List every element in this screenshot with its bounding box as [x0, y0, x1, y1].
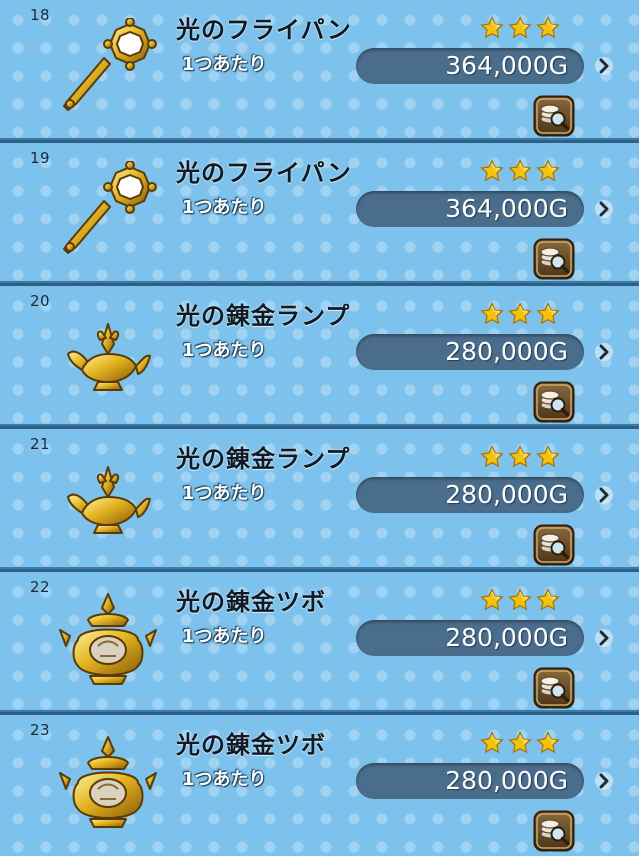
chevron-right-icon[interactable]: [594, 769, 614, 793]
star-icon: [536, 159, 560, 183]
chevron-right-icon[interactable]: [594, 54, 614, 78]
per-unit-label: 1つあたり: [182, 626, 267, 647]
star-icon: [508, 16, 532, 40]
list-item[interactable]: 19 光のフライパン 1つあたり 364,000G: [0, 143, 639, 283]
star-rating: [480, 159, 560, 183]
item-name: 光のフライパン: [176, 16, 352, 44]
item-name: 光の錬金ツボ: [176, 588, 326, 616]
star-icon: [480, 731, 504, 755]
chevron-right-icon[interactable]: [594, 626, 614, 650]
list-item[interactable]: 21 光の錬金ランプ 1つあたり 280,000G: [0, 429, 639, 569]
coin-search-button[interactable]: [533, 810, 575, 852]
star-icon: [536, 302, 560, 326]
per-unit-label: 1つあたり: [182, 769, 267, 790]
per-unit-label: 1つあたり: [182, 483, 267, 504]
star-icon: [480, 159, 504, 183]
price-box: 364,000G: [356, 48, 584, 84]
price-value: 280,000G: [445, 623, 568, 652]
coin-search-button[interactable]: [533, 524, 575, 566]
lamp-icon: [52, 447, 164, 547]
item-number: 22: [30, 578, 51, 596]
item-name: 光のフライパン: [176, 159, 352, 187]
per-unit-label: 1つあたり: [182, 54, 267, 75]
per-unit-label: 1つあたり: [182, 197, 267, 218]
star-icon: [480, 445, 504, 469]
star-icon: [508, 302, 532, 326]
price-box: 364,000G: [356, 191, 584, 227]
star-icon: [536, 16, 560, 40]
star-rating: [480, 588, 560, 612]
star-icon: [480, 302, 504, 326]
item-name: 光の錬金ツボ: [176, 731, 326, 759]
coin-search-button[interactable]: [533, 381, 575, 423]
item-name: 光の錬金ランプ: [176, 302, 351, 330]
price-value: 280,000G: [445, 480, 568, 509]
coin-search-button[interactable]: [533, 667, 575, 709]
frying-pan-icon: [52, 18, 164, 118]
list-item[interactable]: 23 光の錬金ツボ 1つあたり 280,000G: [0, 715, 639, 856]
list-item[interactable]: 18 光のフライパン 1つあたり 364,000G: [0, 0, 639, 140]
star-icon: [536, 731, 560, 755]
star-rating: [480, 16, 560, 40]
coin-search-button[interactable]: [533, 238, 575, 280]
item-name: 光の錬金ランプ: [176, 445, 351, 473]
list-item[interactable]: 20 光の錬金ランプ 1つあたり 280,000G: [0, 286, 639, 426]
star-icon: [480, 588, 504, 612]
list-item[interactable]: 22 光の錬金ツボ 1つあたり 280,000G: [0, 572, 639, 712]
star-icon: [536, 588, 560, 612]
chevron-right-icon[interactable]: [594, 340, 614, 364]
chevron-right-icon[interactable]: [594, 197, 614, 221]
price-box: 280,000G: [356, 620, 584, 656]
star-icon: [508, 159, 532, 183]
frying-pan-icon: [52, 161, 164, 261]
item-number: 20: [30, 292, 51, 310]
item-number: 23: [30, 721, 51, 739]
price-box: 280,000G: [356, 334, 584, 370]
star-icon: [508, 445, 532, 469]
item-number: 18: [30, 6, 51, 24]
per-unit-label: 1つあたり: [182, 340, 267, 361]
item-number: 19: [30, 149, 51, 167]
star-icon: [508, 588, 532, 612]
star-rating: [480, 302, 560, 326]
item-list: 18 光のフライパン 1つあたり 364,000G 19 光のフライパン 1つあ…: [0, 0, 639, 856]
star-icon: [480, 16, 504, 40]
price-value: 364,000G: [445, 194, 568, 223]
pot-icon: [52, 590, 164, 690]
price-value: 280,000G: [445, 766, 568, 795]
price-value: 280,000G: [445, 337, 568, 366]
star-rating: [480, 731, 560, 755]
chevron-right-icon[interactable]: [594, 483, 614, 507]
price-box: 280,000G: [356, 763, 584, 799]
star-rating: [480, 445, 560, 469]
price-value: 364,000G: [445, 51, 568, 80]
pot-icon: [52, 733, 164, 833]
price-box: 280,000G: [356, 477, 584, 513]
star-icon: [508, 731, 532, 755]
star-icon: [536, 445, 560, 469]
coin-search-button[interactable]: [533, 95, 575, 137]
lamp-icon: [52, 304, 164, 404]
item-number: 21: [30, 435, 51, 453]
